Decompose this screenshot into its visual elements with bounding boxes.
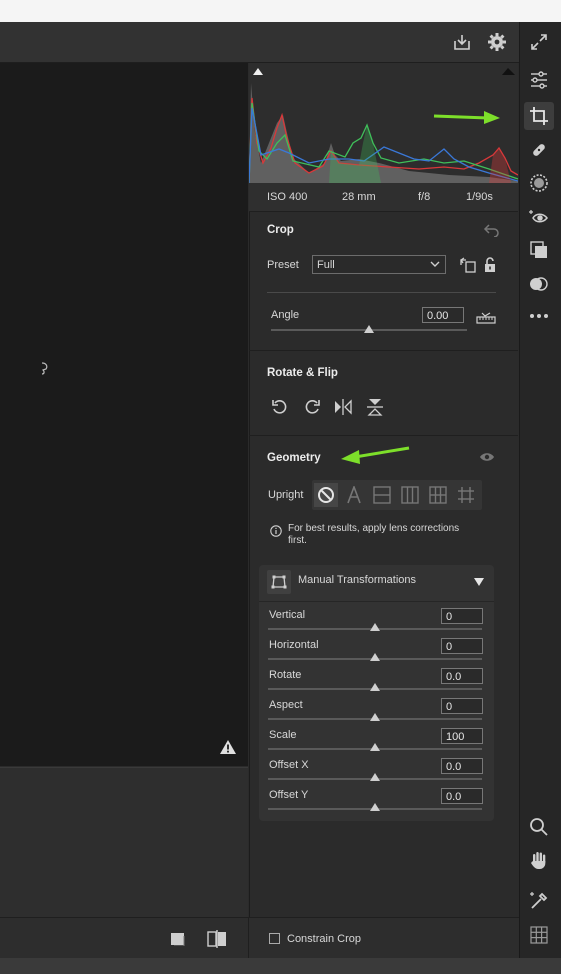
transform-icon — [267, 570, 291, 594]
upright-guided-icon[interactable] — [454, 483, 478, 507]
info-icon — [269, 524, 283, 538]
redeye-icon[interactable] — [527, 207, 551, 229]
slider-value-field[interactable]: 0 — [441, 638, 483, 654]
manual-transformations-title: Manual Transformations — [298, 574, 416, 586]
crop-title: Crop — [267, 224, 294, 236]
manual-transformations-header[interactable]: Manual Transformations — [259, 565, 494, 602]
upright-level-icon[interactable] — [370, 483, 394, 507]
constrain-crop-checkbox[interactable] — [269, 933, 280, 944]
flip-horizontal-icon[interactable] — [332, 397, 354, 417]
hand-icon[interactable] — [527, 849, 551, 871]
rotate-right-icon[interactable] — [301, 397, 323, 417]
slider-label: Horizontal — [269, 639, 319, 651]
slider-label: Aspect — [269, 699, 303, 711]
status-strip — [0, 958, 561, 974]
geometry-title: Geometry — [267, 452, 321, 464]
slider-thumb[interactable] — [370, 653, 380, 661]
tool-rail — [519, 22, 561, 960]
slider-value-field[interactable]: 0.0 — [441, 758, 483, 774]
upright-full-icon[interactable] — [426, 483, 450, 507]
upright-auto-icon[interactable] — [342, 483, 366, 507]
slider-thumb[interactable] — [370, 803, 380, 811]
exif-aperture: f/8 — [418, 191, 431, 203]
slider-value-field[interactable]: 100 — [441, 728, 483, 744]
slider-thumb[interactable] — [370, 743, 380, 751]
chevron-down-icon — [430, 260, 440, 268]
preset-dropdown[interactable]: Full — [312, 255, 446, 274]
exif-iso: ISO 400 — [267, 191, 308, 203]
presets-icon[interactable] — [527, 239, 551, 261]
constrain-crop-label: Constrain Crop — [287, 933, 361, 945]
slider-thumb[interactable] — [370, 713, 380, 721]
slider-thumb[interactable] — [370, 683, 380, 691]
preset-label: Preset — [267, 259, 299, 271]
slider-label: Offset Y — [269, 789, 309, 801]
histogram — [249, 63, 518, 183]
manual-transformations-panel: Manual Transformations Vertical 0 Horizont… — [259, 565, 494, 821]
eye-icon[interactable] — [478, 450, 496, 464]
rotate-aspect-icon[interactable] — [459, 256, 477, 274]
cursor-icon — [40, 361, 50, 375]
preset-dropdown-value: Full — [317, 259, 335, 271]
angle-value-field[interactable]: 0.00 — [422, 307, 464, 323]
upright-label: Upright — [268, 489, 304, 501]
grid-icon[interactable] — [527, 924, 551, 946]
before-after-icon[interactable] — [205, 928, 229, 950]
slider-label: Vertical — [269, 609, 306, 621]
slider-value-field[interactable]: 0 — [441, 698, 483, 714]
exif-info: ISO 400 28 mm f/8 1/90s — [249, 183, 518, 212]
slider-value-field[interactable]: 0 — [441, 608, 483, 624]
upright-modes — [312, 480, 482, 510]
warning-icon[interactable] — [219, 739, 237, 755]
zoom-icon[interactable] — [527, 816, 551, 838]
save-icon[interactable] — [451, 31, 473, 53]
snapshots-icon[interactable] — [527, 273, 551, 295]
filmstrip-area — [0, 767, 248, 918]
crop-overlay-icon[interactable] — [168, 930, 188, 948]
crop-divider — [267, 292, 496, 293]
more-icon[interactable] — [527, 305, 551, 327]
slider-thumb[interactable] — [370, 623, 380, 631]
fullscreen-icon[interactable] — [528, 31, 550, 53]
exif-focal-length: 28 mm — [342, 191, 376, 203]
mask-icon[interactable] — [527, 172, 551, 194]
lock-icon[interactable] — [482, 256, 498, 274]
top-toolbar — [0, 22, 519, 63]
color-sampler-icon[interactable] — [527, 890, 551, 912]
rotate-flip-title: Rotate & Flip — [267, 367, 338, 379]
collapse-icon[interactable] — [472, 575, 486, 589]
image-canvas[interactable] — [0, 63, 248, 766]
slider-thumb[interactable] — [370, 773, 380, 781]
upright-vertical-icon[interactable] — [398, 483, 422, 507]
slider-value-field[interactable]: 0.0 — [441, 788, 483, 804]
gear-icon[interactable] — [486, 31, 508, 53]
straighten-tool-icon[interactable] — [475, 310, 497, 326]
slider-label: Rotate — [269, 669, 302, 681]
slider-label: Offset X — [269, 759, 309, 771]
bottom-divider — [248, 917, 249, 958]
angle-slider-thumb[interactable] — [364, 325, 374, 333]
geometry-section: Geometry Upright For best results, apply… — [249, 436, 518, 916]
flip-vertical-icon[interactable] — [364, 397, 386, 417]
slider-label: Scale — [269, 729, 297, 741]
crop-section: Crop Preset Full Angle 0.00 — [249, 212, 518, 351]
upright-off-icon[interactable] — [314, 483, 338, 507]
exif-shutter: 1/90s — [466, 191, 493, 203]
rotate-flip-section: Rotate & Flip — [249, 351, 518, 436]
bottom-toolbar: Constrain Crop — [0, 917, 519, 959]
annotation-arrow-crop — [432, 109, 502, 125]
edit-sliders-icon[interactable] — [527, 69, 551, 91]
geometry-note-line2: first. — [288, 535, 307, 546]
rotate-left-icon[interactable] — [269, 397, 291, 417]
geometry-note-line1: For best results, apply lens corrections — [288, 523, 460, 534]
annotation-arrow-geometry — [339, 444, 413, 464]
crop-icon[interactable] — [524, 102, 554, 130]
undo-icon[interactable] — [482, 222, 500, 238]
angle-label: Angle — [271, 309, 300, 321]
slider-value-field[interactable]: 0.0 — [441, 668, 483, 684]
healing-icon[interactable] — [527, 139, 551, 161]
os-titlebar — [0, 0, 561, 22]
